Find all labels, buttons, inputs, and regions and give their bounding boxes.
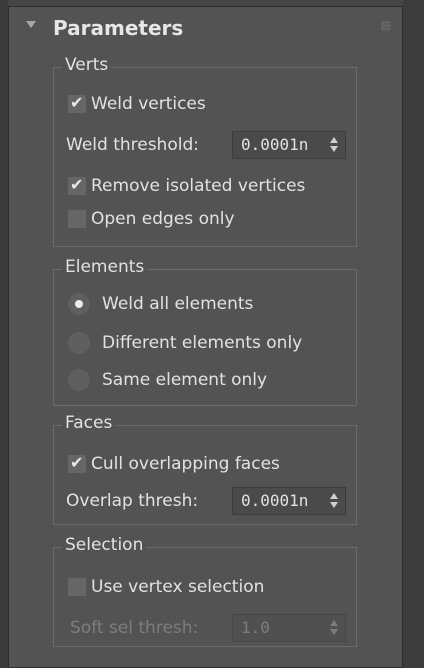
radio-different-elements-label: Different elements only (102, 333, 303, 353)
weld-threshold-label: Weld threshold: (66, 135, 199, 155)
spinner-arrows-icon[interactable] (330, 136, 339, 154)
open-edges-checkbox[interactable]: Open edges only (68, 206, 348, 232)
weld-vertices-checkbox[interactable]: ✔ Weld vertices (68, 91, 348, 117)
weld-threshold-spinner[interactable]: 0.0001n (232, 131, 346, 159)
selection-group-title: Selection (62, 534, 147, 556)
spinner-down-icon[interactable] (330, 502, 338, 508)
radio-different-elements-button[interactable] (68, 332, 90, 354)
overlap-thresh-spinner[interactable]: 0.0001n (232, 487, 346, 515)
rollout-header[interactable]: Parameters (9, 7, 402, 51)
spinner-up-icon (330, 620, 338, 626)
overlap-thresh-label: Overlap thresh: (66, 491, 199, 511)
use-vertex-selection-checkbox[interactable]: Use vertex selection (68, 574, 353, 600)
radio-selected-dot (75, 300, 83, 308)
spinner-up-icon[interactable] (330, 137, 338, 143)
radio-weld-all[interactable]: Weld all elements (68, 291, 353, 317)
checkmark-icon: ✔ (70, 93, 84, 112)
grip-dots-icon[interactable] (381, 21, 391, 31)
cull-overlapping-box[interactable]: ✔ (68, 453, 86, 473)
radio-same-element[interactable]: Same element only (68, 367, 353, 393)
left-strip (0, 0, 8, 668)
weld-vertices-box[interactable]: ✔ (68, 93, 86, 113)
faces-group-title: Faces (62, 412, 116, 434)
open-edges-box[interactable] (68, 210, 86, 228)
overlap-thresh-value[interactable]: 0.0001n (241, 488, 308, 514)
spinner-arrows-icon[interactable] (330, 492, 339, 510)
verts-group: Verts ✔ Weld vertices Weld threshold: 0.… (53, 54, 357, 247)
radio-weld-all-button[interactable] (68, 293, 90, 315)
weld-threshold-value[interactable]: 0.0001n (241, 132, 308, 158)
elements-group: Elements Weld all elements Different ele… (53, 256, 357, 406)
verts-group-title: Verts (62, 54, 112, 76)
spinner-down-icon (330, 629, 338, 635)
use-vertex-selection-label: Use vertex selection (91, 577, 265, 597)
soft-sel-thresh-value: 1.0 (241, 618, 270, 637)
radio-same-element-button[interactable] (68, 369, 90, 391)
right-edge (403, 0, 424, 668)
cull-overlapping-checkbox[interactable]: ✔ Cull overlapping faces (68, 451, 353, 477)
soft-sel-thresh-spinner: 1.0 (232, 614, 346, 642)
radio-same-element-label: Same element only (102, 370, 268, 390)
open-edges-label: Open edges only (91, 209, 235, 229)
app-background: Parameters Verts ✔ Weld vertices Weld th… (0, 0, 424, 668)
remove-isolated-label: Remove isolated vertices (91, 176, 306, 196)
remove-isolated-checkbox[interactable]: ✔ Remove isolated vertices (68, 173, 353, 199)
remove-isolated-box[interactable]: ✔ (68, 175, 86, 195)
checkmark-icon: ✔ (70, 175, 84, 194)
collapse-triangle-icon[interactable] (26, 21, 36, 28)
radio-weld-all-label: Weld all elements (102, 294, 254, 314)
cull-overlapping-label: Cull overlapping faces (91, 454, 280, 474)
radio-different-elements[interactable]: Different elements only (68, 330, 353, 356)
parameters-rollout: Parameters Verts ✔ Weld vertices Weld th… (8, 6, 403, 668)
spinner-arrows-icon (330, 619, 339, 637)
spinner-up-icon[interactable] (330, 493, 338, 499)
spinner-down-icon[interactable] (330, 146, 338, 152)
soft-sel-thresh-label: Soft sel thresh: (70, 618, 199, 638)
weld-vertices-label: Weld vertices (91, 94, 206, 114)
checkmark-icon: ✔ (70, 453, 84, 472)
use-vertex-selection-box[interactable] (68, 578, 86, 596)
faces-group: Faces ✔ Cull overlapping faces Overlap t… (53, 412, 357, 525)
rollout-title: Parameters (53, 16, 184, 40)
selection-group: Selection Use vertex selection Soft sel … (53, 534, 357, 647)
elements-group-title: Elements (62, 256, 148, 278)
